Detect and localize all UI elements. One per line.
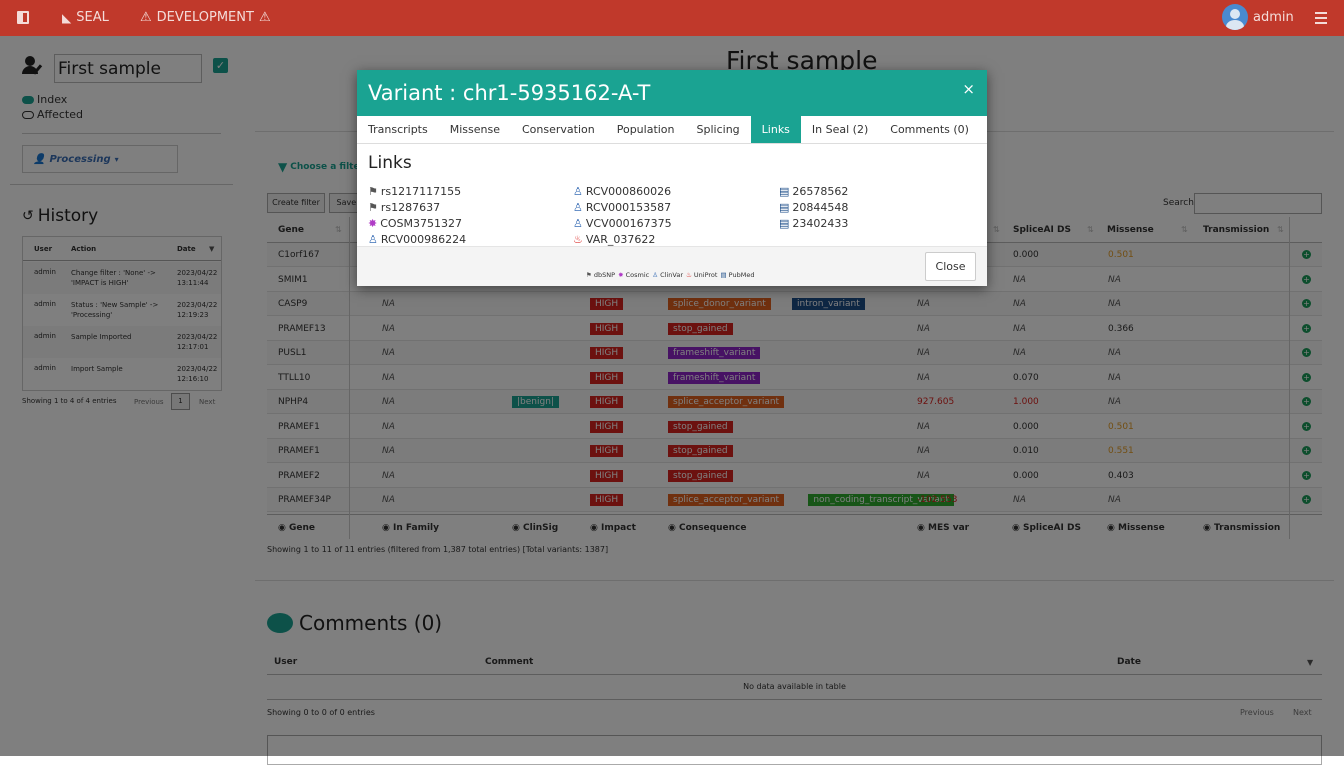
link-text: RCV000153587 [585, 200, 672, 214]
external-link[interactable]: ♙ VCV000167375 [573, 215, 672, 231]
tab-conservation[interactable]: Conservation [511, 116, 606, 143]
avatar [1222, 4, 1248, 30]
clinvar-icon: ♙ [368, 232, 378, 246]
links-title: Links [368, 153, 412, 173]
user-menu[interactable]: admin [1222, 4, 1294, 30]
modal-footer: ⚑ dbSNP ✸ Cosmic ♙ ClinVar ♨ UniProt ▤ PubMe… [357, 246, 987, 286]
link-text: COSM3751327 [380, 216, 463, 230]
book-icon: ▤ [720, 271, 729, 279]
clinvar-icon: ♙ [573, 184, 583, 198]
clinvar-icon: ♙ [573, 216, 583, 230]
external-link[interactable]: ⚑ rs1287637 [368, 199, 466, 215]
external-link[interactable]: ♙ RCV000986224 [368, 231, 466, 247]
external-link[interactable]: ♙ RCV000153587 [573, 199, 672, 215]
link-text: VCV000167375 [585, 216, 672, 230]
links-column: ♙ RCV000860026 ♙ RCV000153587 ♙ VCV000167375 ♨… [573, 183, 672, 247]
legend-label: Cosmic [625, 271, 650, 279]
link-text: 26578562 [792, 184, 849, 198]
tab-transcripts[interactable]: Transcripts [357, 116, 439, 143]
warning-icon: ⚠ [140, 10, 152, 25]
legend-label: ClinVar [660, 271, 683, 279]
uniprot-icon: ♨ [573, 232, 583, 246]
close-button[interactable]: Close [925, 252, 976, 281]
link-text: 20844548 [792, 200, 849, 214]
flag-icon: ⚑ [586, 271, 594, 279]
tab-in-seal[interactable]: In Seal (2) [801, 116, 879, 143]
legend-label: PubMed [728, 271, 755, 279]
link-text: VAR_037622 [585, 232, 656, 246]
close-icon[interactable]: × [962, 80, 975, 98]
legend-label: UniProt [693, 271, 718, 279]
tab-population[interactable]: Population [606, 116, 686, 143]
uniprot-icon: ♨ [686, 271, 694, 279]
links-column: ⚑ rs1217117155 ⚑ rs1287637 ✸ COSM3751327 ♙ RCV0… [368, 183, 466, 247]
link-text: rs1217117155 [380, 184, 462, 198]
tab-links[interactable]: Links [750, 116, 801, 143]
brand-label: SEAL [76, 10, 109, 25]
seal-icon: ◣ [62, 10, 72, 25]
legend-item: ▤ PubMed [720, 271, 754, 279]
link-text: 23402433 [792, 216, 849, 230]
modal-tabs: Transcripts Missense Conservation Popula… [357, 116, 987, 144]
tab-comments[interactable]: Comments (0) [879, 116, 980, 143]
external-link[interactable]: ♙ RCV000860026 [573, 183, 672, 199]
external-link[interactable]: ▤ 20844548 [779, 199, 848, 215]
external-link[interactable]: ⚑ rs1217117155 [368, 183, 466, 199]
username: admin [1253, 9, 1294, 25]
environment-label: ⚠ DEVELOPMENT ⚠ [140, 10, 271, 25]
variant-modal: Variant : chr1-5935162-A-T × Transcripts… [357, 70, 987, 286]
legend-item: ♙ ClinVar [652, 271, 683, 279]
menu-icon[interactable] [1315, 12, 1327, 24]
book-icon: ▤ [779, 216, 790, 230]
external-link[interactable]: ▤ 26578562 [779, 183, 848, 199]
link-text: RCV000986224 [380, 232, 467, 246]
clinvar-icon: ♙ [652, 271, 661, 279]
legend-item: ✸ Cosmic [618, 271, 649, 279]
brand-link[interactable]: ◣ SEAL [62, 10, 109, 25]
link-text: RCV000860026 [585, 184, 672, 198]
tab-missense[interactable]: Missense [439, 116, 511, 143]
external-link[interactable]: ♨ VAR_037622 [573, 231, 672, 247]
sidebar-toggle-icon[interactable] [17, 11, 29, 24]
links-column: ▤ 26578562 ▤ 20844548 ▤ 23402433 [779, 183, 848, 231]
flag-icon: ⚑ [368, 184, 378, 198]
external-link[interactable]: ✸ COSM3751327 [368, 215, 466, 231]
cosmic-icon: ✸ [368, 216, 378, 230]
modal-title: Variant : chr1-5935162-A-T [368, 81, 651, 105]
tab-splicing[interactable]: Splicing [686, 116, 751, 143]
legend-item: ♨ UniProt [686, 271, 717, 279]
legend-label: dbSNP [593, 271, 616, 279]
book-icon: ▤ [779, 200, 790, 214]
clinvar-icon: ♙ [573, 200, 583, 214]
flag-icon: ⚑ [368, 200, 378, 214]
cosmic-icon: ✸ [618, 271, 626, 279]
navbar: ◣ SEAL ⚠ DEVELOPMENT ⚠ admin [0, 0, 1344, 36]
modal-header: Variant : chr1-5935162-A-T × [357, 70, 987, 116]
links-panel: Links ⚑ rs1217117155 ⚑ rs1287637 ✸ COSM375132… [357, 144, 987, 246]
book-icon: ▤ [779, 184, 790, 198]
warning-icon: ⚠ [258, 10, 271, 25]
external-link[interactable]: ▤ 23402433 [779, 215, 848, 231]
legend-item: ⚑ dbSNP [586, 271, 615, 279]
links-legend: ⚑ dbSNP ✸ Cosmic ♙ ClinVar ♨ UniProt ▤ PubMe… [586, 271, 754, 279]
link-text: rs1287637 [380, 200, 441, 214]
